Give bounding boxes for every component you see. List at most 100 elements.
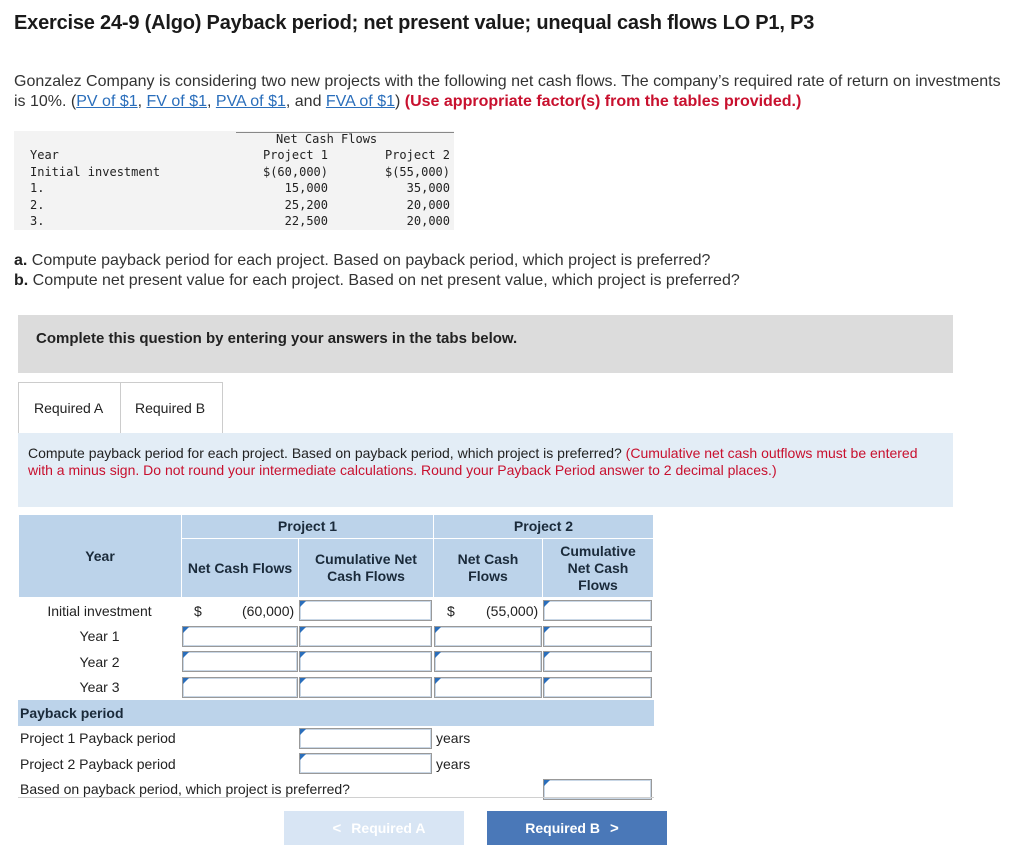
chevron-right-icon: > [609,819,619,837]
prev-required-a-button[interactable]: < Required A [284,811,464,845]
col-project-1: Project 1 [262,148,328,162]
p1-cumulative-header: Cumulative Net Cash Flows [298,538,434,598]
input-marker-icon [544,677,550,684]
years-unit: years [436,730,471,747]
separator: , [137,93,147,110]
p2-payback-input[interactable] [299,753,432,774]
p2-cumulative-input-year-2[interactable] [543,651,652,672]
p2-cum-label: Cumulative Net Cash Flows [560,542,636,593]
chevron-left-icon: < [332,819,342,837]
question-b-text: Compute net present value for each proje… [28,272,740,289]
table-bottom-rule [18,797,654,798]
input-marker-icon [183,677,189,684]
input-marker-icon [435,652,441,658]
project-1-value: 22,500 [284,214,328,228]
table-row: Project 2 Payback period years [18,751,654,777]
p2-ncf-input-year-1[interactable] [434,625,542,647]
p1-net-cash-flows-header: Net Cash Flows [181,538,299,598]
input-marker-icon [300,728,306,735]
pva-link[interactable]: PVA of $1 [216,93,286,110]
input-marker-icon [544,652,550,658]
complete-question-banner: Complete this question by entering your … [18,315,953,373]
row-year-1: Year 1 [79,628,120,645]
header-divider [236,132,454,133]
input-marker-icon [435,626,441,633]
project-2-header-label: Project 2 [513,518,574,534]
table-row: 1. 15,000 35,000 [14,180,454,197]
tab-bar: Required A Required B [18,382,223,434]
pv-link[interactable]: PV of $1 [76,93,137,110]
payback-period-bar [181,700,654,726]
row-label: 3. [30,214,45,228]
next-button-label: Required B [525,820,600,836]
question-a-text: Compute payback period for each project.… [27,252,711,269]
tab-required-a[interactable]: Required A [18,382,121,434]
cash-flow-table: Net Cash Flows Year Project 1 Project 2 … [14,131,454,230]
row-label: Initial investment [30,164,161,179]
p1-cumulative-input-year-3[interactable] [299,676,432,698]
dollar-sign: $ [447,602,455,619]
table-row: Initial investment $ (60,000) $ (55,000) [18,598,654,624]
col-year: Year [30,148,59,162]
p1-cumulative-input-year-2[interactable] [299,651,432,672]
project-1-header-label: Project 1 [277,518,338,534]
instructions-panel: Compute payback period for each project.… [18,433,953,507]
input-marker-icon [300,652,306,658]
year-header-label: Year [85,547,115,564]
p2-ncf-input-year-3[interactable] [434,676,542,698]
exercise-title: Exercise 24-9 (Algo) Payback period; net… [14,12,815,34]
project-1-value: 15,000 [284,181,328,195]
project-2-value: $(55,000) [384,164,450,179]
col-project-2: Project 2 [384,148,450,162]
row-label: 2. [30,197,45,212]
input-marker-icon [544,779,550,786]
p2-cumulative-input-initial[interactable] [543,600,652,621]
input-marker-icon [183,626,189,633]
p2-cumulative-input-year-3[interactable] [543,676,652,698]
intro-paragraph: Gonzalez Company is considering two new … [14,72,1004,112]
year-header: Year [18,514,182,598]
row-initial-investment: Initial investment [47,602,152,619]
input-marker-icon [435,677,441,684]
separator: , and [285,93,326,110]
p1-cumulative-input-initial[interactable] [299,600,432,621]
table-row: 3. 22,500 20,000 [14,213,454,230]
question-b: b. Compute net present value for each pr… [14,271,740,291]
p2-ncf-label: Net Cash Flows [457,551,519,584]
p1-ncf-input-year-2[interactable] [182,651,298,672]
tab-required-b[interactable]: Required B [121,382,223,434]
p1-payback-input[interactable] [299,727,432,749]
input-marker-icon [300,601,306,607]
project-2-value: 20,000 [406,214,450,228]
payback-period-section: Payback period [18,700,654,726]
project-2-value: 20,000 [406,197,450,212]
years-unit: years [436,755,471,772]
p2-cumulative-input-year-1[interactable] [543,625,652,647]
next-required-b-button[interactable]: Required B > [487,811,667,845]
project-1-header: Project 1 [181,514,434,539]
table-row: Project 1 Payback period years [18,726,654,752]
p1-cumulative-input-year-1[interactable] [299,625,432,647]
banner-text: Complete this question by entering your … [36,330,518,347]
question-b-label: b. [14,272,29,289]
answer-table-header: Year Project 1 Project 2 Net Cash Flows … [18,514,654,598]
row-year-3: Year 3 [79,679,120,696]
p2-net-cash-flows-header: Net Cash Flows [433,538,543,598]
row-label: 1. [30,181,45,195]
question-a-label: a. [14,252,28,269]
table-row: 2. 25,200 20,000 [14,197,454,214]
question-a: a. Compute payback period for each proje… [14,251,740,271]
fv-link[interactable]: FV of $1 [147,93,207,110]
p1-ncf-input-year-3[interactable] [182,676,298,698]
p1-ncf-input-year-1[interactable] [182,625,298,647]
p2-ncf-input-year-2[interactable] [434,651,542,672]
payback-answer-table: Year Project 1 Project 2 Net Cash Flows … [18,514,654,802]
instructions-text: Compute payback period for each project.… [28,445,626,461]
input-marker-icon [300,677,306,684]
p1-initial-value: (60,000) [242,602,295,619]
cash-flow-col-headers: Year Project 1 Project 2 [14,147,454,164]
input-marker-icon [300,626,306,633]
p1-cum-label: Cumulative Net Cash Flows [315,551,417,584]
fva-link[interactable]: FVA of $1 [326,93,395,110]
table-row: Year 1 [18,624,654,650]
